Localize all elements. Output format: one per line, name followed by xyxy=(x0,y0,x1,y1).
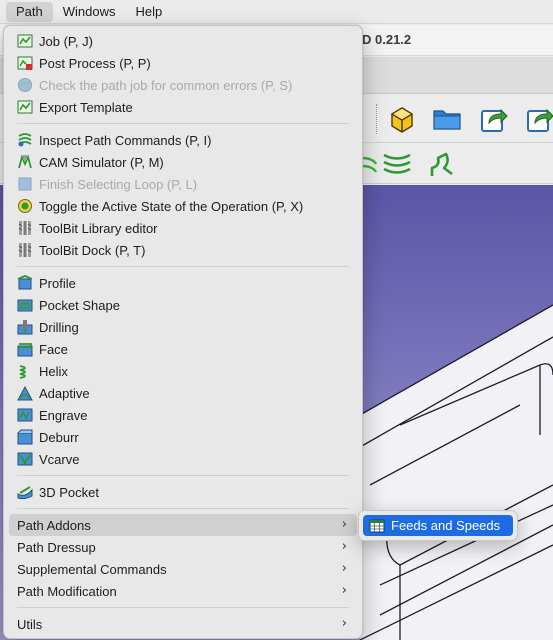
toolbit-dock-icon xyxy=(17,242,33,258)
menu-separator xyxy=(17,607,349,608)
menu-item-post-process[interactable]: Post Process (P, P) xyxy=(9,52,357,74)
menu-item-job[interactable]: Job (P, J) xyxy=(9,30,357,52)
menu-item-label: Profile xyxy=(39,275,76,291)
menu-item-label: 3D Pocket xyxy=(39,484,99,500)
folder-icon[interactable] xyxy=(432,106,462,135)
check-job-icon xyxy=(17,77,33,93)
menu-separator xyxy=(17,475,349,476)
menu-item-label: ToolBit Dock (P, T) xyxy=(39,242,146,258)
menubar-windows[interactable]: Windows xyxy=(53,2,126,22)
menu-item-supplemental-commands[interactable]: Supplemental Commands › xyxy=(9,558,357,580)
helix-icon xyxy=(17,363,33,379)
menu-item-label: Finish Selecting Loop (P, L) xyxy=(39,176,198,192)
menu-item-label: Utils xyxy=(17,616,43,632)
chevron-right-icon: › xyxy=(341,517,347,532)
menu-item-label: Helix xyxy=(39,363,68,379)
export-icon[interactable] xyxy=(479,104,509,137)
chevron-right-icon: › xyxy=(341,616,347,631)
menu-item-feeds-and-speeds[interactable]: Feeds and Speeds xyxy=(363,515,513,536)
vcarve-icon xyxy=(17,451,33,467)
menu-item-export-template[interactable]: Export Template xyxy=(9,96,357,118)
waypoint-icon[interactable] xyxy=(426,148,458,183)
menu-item-label: Export Template xyxy=(39,99,133,115)
menu-item-label: Check the path job for common errors (P,… xyxy=(39,77,293,93)
path-addons-submenu: Feeds and Speeds xyxy=(358,510,518,541)
menu-item-vcarve[interactable]: Vcarve xyxy=(9,448,357,470)
menu-item-label: Path Modification xyxy=(17,583,117,599)
menu-item-toolbit-dock[interactable]: ToolBit Dock (P, T) xyxy=(9,239,357,261)
menu-bar: Path Windows Help xyxy=(0,0,553,24)
menu-item-label: Adaptive xyxy=(39,385,90,401)
menu-item-adaptive[interactable]: Adaptive xyxy=(9,382,357,404)
menu-item-path-addons[interactable]: Path Addons › xyxy=(9,514,357,536)
3d-pocket-icon xyxy=(17,484,33,500)
menu-item-profile[interactable]: Profile xyxy=(9,272,357,294)
toggle-active-icon xyxy=(17,198,33,214)
menu-separator xyxy=(17,266,349,267)
chevron-right-icon: › xyxy=(341,539,347,554)
export-template-icon xyxy=(17,99,33,115)
menu-item-toggle-active[interactable]: Toggle the Active State of the Operation… xyxy=(9,195,357,217)
menu-item-label: Inspect Path Commands (P, I) xyxy=(39,132,212,148)
menu-item-cam-simulator[interactable]: CAM Simulator (P, M) xyxy=(9,151,357,173)
face-icon xyxy=(17,341,33,357)
menu-item-label: Path Addons xyxy=(17,517,91,533)
stacked-layers-icon[interactable] xyxy=(381,148,413,183)
menu-item-inspect[interactable]: Inspect Path Commands (P, I) xyxy=(9,129,357,151)
simulator-icon xyxy=(17,154,33,170)
chevron-right-icon: › xyxy=(341,561,347,576)
menu-item-label: CAM Simulator (P, M) xyxy=(39,154,164,170)
select-loop-icon xyxy=(17,176,33,192)
app-title: D 0.21.2 xyxy=(362,32,412,47)
menu-item-label: Supplemental Commands xyxy=(17,561,167,577)
menu-item-path-modification[interactable]: Path Modification › xyxy=(9,580,357,602)
toolbar-separator xyxy=(376,104,377,134)
menu-item-label: Job (P, J) xyxy=(39,33,93,49)
menu-separator xyxy=(17,123,349,124)
menu-item-label: Engrave xyxy=(39,407,88,423)
menu-item-label: Pocket Shape xyxy=(39,297,120,313)
toolbit-library-icon xyxy=(17,220,33,236)
menubar-path[interactable]: Path xyxy=(6,1,53,22)
menu-item-utils[interactable]: Utils › xyxy=(9,613,357,635)
menu-item-label: ToolBit Library editor xyxy=(39,220,158,236)
drilling-icon xyxy=(17,319,33,335)
path-op-icon[interactable] xyxy=(361,150,378,181)
feeds-speeds-icon xyxy=(369,518,385,534)
menu-item-label: Face xyxy=(39,341,68,357)
inspect-icon xyxy=(17,132,33,148)
menu-item-check-job: Check the path job for common errors (P,… xyxy=(9,74,357,96)
menu-item-label: Vcarve xyxy=(39,451,80,467)
menu-item-pocket-shape[interactable]: Pocket Shape xyxy=(9,294,357,316)
menubar-help[interactable]: Help xyxy=(126,2,173,22)
pocket-shape-icon xyxy=(17,297,33,313)
profile-icon xyxy=(17,275,33,291)
menu-item-drilling[interactable]: Drilling xyxy=(9,316,357,338)
deburr-icon xyxy=(17,429,33,445)
menu-item-helix[interactable]: Helix xyxy=(9,360,357,382)
menu-item-face[interactable]: Face xyxy=(9,338,357,360)
menu-item-label: Drilling xyxy=(39,319,79,335)
export-alt-icon[interactable] xyxy=(525,104,553,137)
job-icon xyxy=(17,33,33,49)
menu-item-label: Deburr xyxy=(39,429,79,445)
adaptive-icon xyxy=(17,385,33,401)
menu-item-label: Post Process (P, P) xyxy=(39,55,151,71)
chevron-right-icon: › xyxy=(341,583,347,598)
menu-item-finish-loop: Finish Selecting Loop (P, L) xyxy=(9,173,357,195)
menu-item-path-dressup[interactable]: Path Dressup › xyxy=(9,536,357,558)
menu-separator xyxy=(17,508,349,509)
menu-item-toolbit-library[interactable]: ToolBit Library editor xyxy=(9,217,357,239)
engrave-icon xyxy=(17,407,33,423)
menu-item-label: Path Dressup xyxy=(17,539,96,555)
menu-item-engrave[interactable]: Engrave xyxy=(9,404,357,426)
menu-item-deburr[interactable]: Deburr xyxy=(9,426,357,448)
post-process-icon xyxy=(17,55,33,71)
menu-item-3d-pocket[interactable]: 3D Pocket xyxy=(9,481,357,503)
part-icon[interactable] xyxy=(388,104,416,137)
menu-item-label: Feeds and Speeds xyxy=(391,518,501,533)
path-menu: Job (P, J) Post Process (P, P) Check the… xyxy=(3,25,363,639)
menu-item-label: Toggle the Active State of the Operation… xyxy=(39,198,304,214)
